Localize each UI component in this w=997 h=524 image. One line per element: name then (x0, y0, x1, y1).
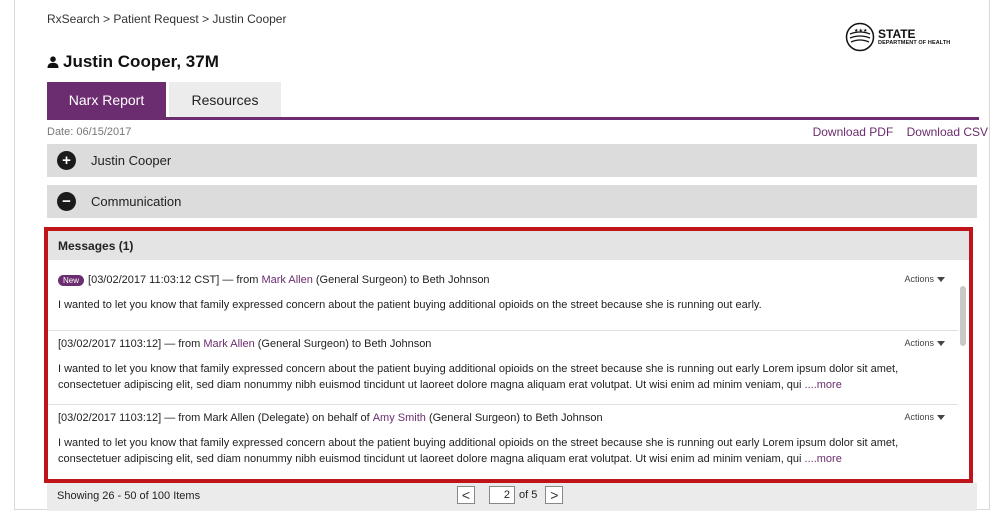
sender-link[interactable]: Mark Allen (261, 274, 312, 286)
person-icon (47, 56, 59, 68)
patient-header: Justin Cooper, 37M (47, 52, 219, 72)
minus-icon[interactable]: − (57, 192, 76, 211)
download-csv-link[interactable]: Download CSV (907, 125, 988, 139)
actions-dropdown[interactable]: Actions (904, 338, 945, 348)
actions-label: Actions (904, 274, 934, 284)
message-body: I wanted to let you know that family exp… (58, 299, 762, 311)
messages-scrollbar[interactable] (960, 276, 966, 476)
next-page-button[interactable]: > (545, 486, 564, 504)
page-total: of 5 (519, 489, 538, 501)
tab-resources[interactable]: Resources (169, 82, 281, 117)
message-body: I wanted to let you know that family exp… (58, 435, 953, 467)
actions-label: Actions (904, 412, 934, 422)
message-text: I wanted to let you know that family exp… (58, 363, 899, 391)
sender-link[interactable]: Amy Smith (373, 412, 426, 424)
caret-down-icon (937, 414, 945, 420)
message-from: — from (161, 338, 204, 350)
report-date: Date: 06/15/2017 (47, 126, 132, 138)
pager: < 2 of 5 > (457, 486, 564, 504)
actions-dropdown[interactable]: Actions (904, 412, 945, 422)
caret-down-icon (937, 340, 945, 346)
pagination-bar: Showing 26 - 50 of 100 Items < 2 of 5 > (47, 483, 977, 511)
message-meta: New [03/02/2017 11:03:12 CST] — from Mar… (58, 272, 953, 288)
message-meta: [03/02/2017 1103:12] — from Mark Allen (… (58, 410, 953, 426)
message-text: I wanted to let you know that family exp… (58, 437, 899, 465)
message-from: — from (219, 274, 262, 286)
accordion-patient-label: Justin Cooper (91, 153, 172, 168)
message-meta: [03/02/2017 1103:12] — from Mark Allen (… (58, 336, 953, 352)
breadcrumb[interactable]: RxSearch > Patient Request > Justin Coop… (47, 12, 286, 26)
scrollbar-thumb[interactable] (960, 286, 966, 346)
tab-underline (47, 117, 979, 120)
message-item: New [03/02/2017 11:03:12 CST] — from Mar… (48, 272, 953, 313)
more-link[interactable]: ....more (805, 453, 842, 465)
accordion-communication-label: Communication (91, 194, 182, 209)
message-body: I wanted to let you know that family exp… (58, 361, 953, 393)
tab-narx-report[interactable]: Narx Report (47, 82, 166, 117)
svg-text:★★★: ★★★ (854, 28, 868, 34)
patient-name: Justin Cooper, 37M (63, 52, 219, 71)
message-divider (48, 404, 958, 405)
message-timestamp: [03/02/2017 1103:12] (58, 338, 162, 350)
messages-header: Messages (1) (48, 231, 969, 260)
new-badge: New (58, 274, 85, 286)
download-pdf-link[interactable]: Download PDF (813, 125, 894, 139)
message-from: — from Mark Allen (Delegate) on behalf o… (161, 412, 373, 424)
actions-dropdown[interactable]: Actions (904, 274, 945, 284)
caret-down-icon (937, 276, 945, 282)
message-timestamp: [03/02/2017 1103:12] (58, 412, 162, 424)
sender-role: (General Surgeon) to Beth Johnson (425, 412, 603, 424)
message-item: [03/02/2017 1103:12] — from Mark Allen (… (48, 336, 953, 393)
accordion-communication[interactable]: − Communication (47, 185, 977, 218)
sender-role: (General Surgeon) to Beth Johnson (254, 338, 432, 350)
sender-link[interactable]: Mark Allen (203, 338, 254, 350)
state-health-logo: ★★★ STATE DEPARTMENT OF HEALTH (845, 22, 995, 52)
more-link[interactable]: ....more (805, 379, 842, 391)
message-item: [03/02/2017 1103:12] — from Mark Allen (… (48, 410, 953, 467)
items-count: Showing 26 - 50 of 100 Items (57, 490, 201, 502)
sender-role: (General Surgeon) to Beth Johnson (312, 274, 490, 286)
messages-panel: Messages (1) New [03/02/2017 11:03:12 CS… (44, 227, 973, 483)
message-timestamp: [03/02/2017 11:03:12 CST] (88, 274, 220, 286)
logo-title: STATE (878, 26, 916, 41)
accordion-patient[interactable]: + Justin Cooper (47, 144, 977, 177)
logo-subtitle: DEPARTMENT OF HEALTH (878, 39, 951, 46)
plus-icon[interactable]: + (57, 151, 76, 170)
page-number-input[interactable]: 2 (489, 486, 515, 504)
prev-page-button[interactable]: < (457, 486, 475, 504)
report-tabs: Narx Report Resources (47, 82, 281, 117)
actions-label: Actions (904, 338, 934, 348)
download-links: Download PDF Download CSV (803, 125, 988, 139)
message-divider (48, 330, 958, 331)
state-seal-icon: ★★★ (845, 22, 875, 52)
